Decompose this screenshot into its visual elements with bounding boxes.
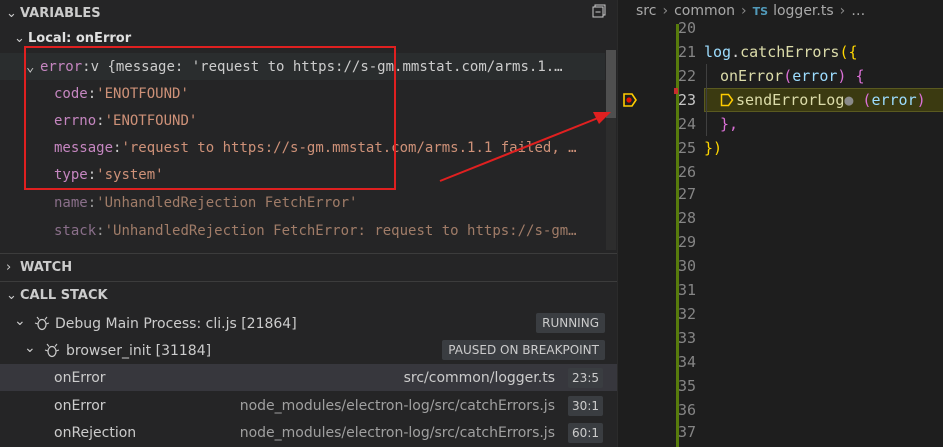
line-number: 36 (677, 401, 696, 419)
line-number: 29 (677, 233, 696, 251)
line-number: 24 (677, 115, 696, 133)
code-line[interactable]: 36 (618, 398, 943, 422)
inline-breakpoint-icon (720, 93, 734, 107)
line-number: 37 (677, 423, 696, 441)
watch-header-label: WATCH (20, 259, 73, 275)
chevron-right-icon: › (6, 259, 12, 275)
frame-position: 23:5 (568, 368, 603, 388)
watch-section-header[interactable]: › WATCH (0, 254, 617, 280)
line-number: 31 (677, 281, 696, 299)
code-line[interactable]: 23 sendErrorLog● (error) (618, 88, 943, 112)
line-number: 30 (677, 257, 696, 275)
code-line[interactable]: 21 log.catchErrors({ (618, 40, 943, 64)
line-number: 33 (677, 329, 696, 347)
code-text: }) (704, 139, 723, 157)
code-line[interactable]: 24 }, (618, 112, 943, 136)
code-line[interactable]: 34 (618, 350, 943, 374)
line-number: 25 (677, 139, 696, 157)
line-number: 21 (677, 43, 696, 61)
line-number: 23 (677, 91, 696, 109)
code-line[interactable]: 27 (618, 182, 943, 206)
frame-file-path: node_modules/electron-log/src/catchError… (239, 424, 555, 441)
frame-function-name: onRejection (54, 424, 137, 441)
chevron-down-icon: ⌄ (14, 313, 26, 329)
code-line[interactable]: 37 (618, 420, 943, 444)
frame-file-path: node_modules/electron-log/src/catchError… (239, 397, 555, 414)
frame-function-name: onError (54, 369, 106, 386)
line-number: 34 (677, 353, 696, 371)
frame-function-name: onError (54, 397, 106, 414)
frame-file-path: src/common/logger.ts (403, 369, 555, 386)
code-line[interactable]: 30 (618, 254, 943, 278)
process-label: browser_init [31184] (66, 342, 212, 359)
status-badge: PAUSED ON BREAKPOINT (442, 340, 605, 360)
code-line[interactable]: 29 (618, 230, 943, 254)
line-number: 22 (677, 67, 696, 85)
stack-frame-row[interactable]: onRejection node_modules/electron-log/sr… (0, 419, 617, 446)
process-label: Debug Main Process: cli.js [21864] (55, 315, 297, 332)
stack-frame-row[interactable]: onError node_modules/electron-log/src/ca… (0, 392, 617, 419)
code-line[interactable]: 25 }) (618, 136, 943, 160)
code-line[interactable]: 31 (618, 278, 943, 302)
annotation-highlight-box (24, 46, 396, 190)
line-number: 20 (677, 19, 696, 37)
debug-sidebar: ⌄ VARIABLES ⌄ Local: onError ⌄ error : v… (0, 0, 617, 447)
frame-position: 60:1 (568, 423, 603, 443)
code-text: }, (720, 115, 739, 133)
code-line[interactable]: 22 onError(error) { (618, 64, 943, 88)
chevron-down-icon: ⌄ (24, 340, 36, 356)
debug-bug-icon (44, 343, 60, 358)
code-line[interactable]: 33 (618, 326, 943, 350)
callstack-process-main[interactable]: ⌄ Debug Main Process: cli.js [21864] RUN… (0, 310, 617, 337)
line-number: 28 (677, 209, 696, 227)
code-text: onError(error) { (720, 67, 865, 85)
code-line[interactable]: 20 (618, 16, 943, 40)
line-number: 27 (677, 185, 696, 203)
code-text: log.catchErrors({ (704, 43, 858, 61)
code-line[interactable]: 26 (618, 160, 943, 184)
line-number: 32 (677, 305, 696, 323)
status-badge: RUNNING (536, 313, 605, 333)
code-line[interactable]: 35 (618, 374, 943, 398)
callstack-process-browser[interactable]: ⌄ browser_init [31184] PAUSED ON BREAKPO… (0, 337, 617, 364)
line-number: 26 (677, 163, 696, 181)
chevron-down-icon: ⌄ (6, 287, 17, 303)
code-line[interactable]: 32 (618, 302, 943, 326)
code-editor: src › common › TS logger.ts › … 20 21 lo… (617, 0, 943, 447)
code-text: sendErrorLog● (error) (720, 88, 926, 112)
stack-frame-row[interactable]: onError src/common/logger.ts 23:5 (0, 364, 617, 391)
callstack-section-header[interactable]: ⌄ CALL STACK (0, 282, 617, 308)
code-line[interactable]: 28 (618, 206, 943, 230)
frame-position: 30:1 (568, 396, 603, 416)
callstack-header-label: CALL STACK (20, 287, 108, 303)
line-number: 35 (677, 377, 696, 395)
debug-bug-icon (34, 316, 50, 331)
